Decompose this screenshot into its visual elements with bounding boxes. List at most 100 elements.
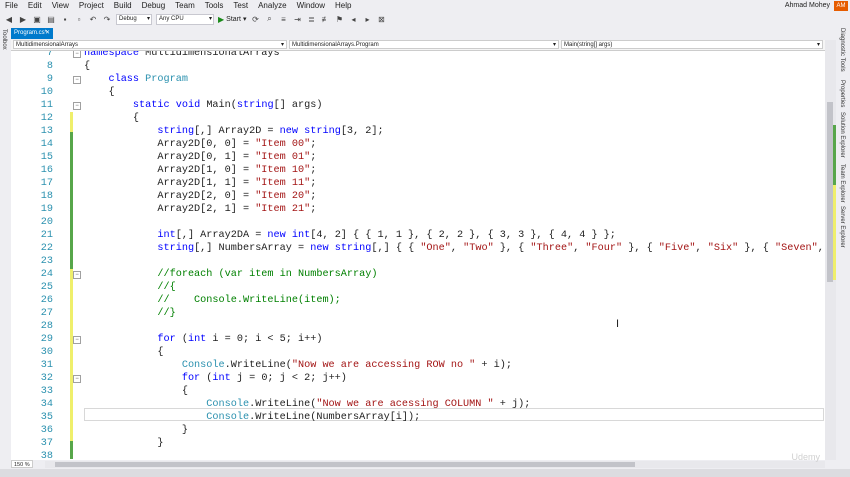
project-dropdown[interactable]: MultidimensionalArrays bbox=[13, 40, 287, 50]
code-line[interactable]: 27 //} bbox=[11, 307, 825, 320]
code-line[interactable]: 28 bbox=[11, 320, 825, 333]
code-line[interactable]: 15 Array2D[0, 1] = "Item 01"; bbox=[11, 151, 825, 164]
tab-program-cs[interactable]: Program.cs* ✕ bbox=[11, 28, 53, 39]
new-project-icon[interactable]: ▣ bbox=[32, 15, 42, 24]
clear-bookmarks-icon[interactable]: ⊠ bbox=[376, 15, 386, 24]
line-number: 21 bbox=[40, 230, 53, 241]
diagnostic-tools-tab[interactable]: Diagnostic Tools bbox=[839, 28, 845, 72]
code-line[interactable]: 14 Array2D[0, 0] = "Item 00"; bbox=[11, 138, 825, 151]
line-number: 29 bbox=[40, 334, 53, 345]
collapse-icon[interactable]: − bbox=[73, 102, 81, 110]
menu-window[interactable]: Window bbox=[292, 0, 330, 12]
menu-edit[interactable]: Edit bbox=[23, 0, 47, 12]
menu-build[interactable]: Build bbox=[109, 0, 137, 12]
comment-icon[interactable]: ≣ bbox=[306, 15, 316, 24]
code-text: Array2D[1, 0] = "Item 10"; bbox=[84, 165, 317, 176]
code-line[interactable]: 13 string[,] Array2D = new string[3, 2]; bbox=[11, 125, 825, 138]
find-icon[interactable]: ⌕ bbox=[264, 14, 274, 24]
collapse-icon[interactable]: − bbox=[73, 336, 81, 344]
code-line[interactable]: 32 − for (int j = 0; j < 2; j++) bbox=[11, 372, 825, 385]
code-line[interactable]: 11 − static void Main(string[] args) bbox=[11, 99, 825, 112]
code-line[interactable]: 33 { bbox=[11, 385, 825, 398]
code-line[interactable]: 22 string[,] NumbersArray = new string[,… bbox=[11, 242, 825, 255]
solution-explorer-tab[interactable]: Solution Explorer bbox=[839, 112, 845, 158]
code-line[interactable]: 19 Array2D[2, 1] = "Item 21"; bbox=[11, 203, 825, 216]
code-line[interactable]: 10 { bbox=[11, 86, 825, 99]
forward-icon[interactable]: ▶ bbox=[18, 15, 28, 24]
menu-file[interactable]: File bbox=[0, 0, 23, 12]
prev-bookmark-icon[interactable]: ◂ bbox=[348, 15, 358, 24]
code-area[interactable]: 7− namespace MultidimensionalArrays 8{9− c… bbox=[11, 51, 825, 460]
browser-link-icon[interactable]: ⟳ bbox=[250, 15, 260, 24]
code-line[interactable]: 36 } bbox=[11, 424, 825, 437]
bookmark-icon[interactable]: ⚑ bbox=[334, 15, 344, 24]
save-icon[interactable]: ▪ bbox=[60, 15, 70, 24]
redo-icon[interactable]: ↷ bbox=[102, 15, 112, 24]
collapse-icon[interactable]: − bbox=[73, 271, 81, 279]
code-line[interactable]: 16 Array2D[1, 0] = "Item 10"; bbox=[11, 164, 825, 177]
code-line[interactable]: 37 } bbox=[11, 437, 825, 450]
close-icon[interactable]: ✕ bbox=[45, 28, 50, 39]
properties-tab[interactable]: Properties bbox=[839, 80, 845, 107]
code-line[interactable]: 20 bbox=[11, 216, 825, 229]
horizontal-scrollbar[interactable] bbox=[45, 461, 825, 468]
open-icon[interactable]: ▤ bbox=[46, 15, 56, 24]
code-line[interactable]: 25 //{ bbox=[11, 281, 825, 294]
indent-icon[interactable]: ⇥ bbox=[292, 15, 302, 24]
avatar[interactable]: AM bbox=[834, 1, 848, 11]
configuration-select[interactable]: Debug bbox=[116, 13, 152, 25]
platform-select[interactable]: Any CPU bbox=[156, 13, 214, 25]
menu-team[interactable]: Team bbox=[170, 0, 200, 12]
menu-analyze[interactable]: Analyze bbox=[253, 0, 291, 12]
class-dropdown[interactable]: MultidimensionalArrays.Program bbox=[289, 40, 559, 50]
line-number: 23 bbox=[40, 256, 53, 267]
code-line[interactable]: 29 − for (int i = 0; i < 5; i++) bbox=[11, 333, 825, 346]
save-all-icon[interactable]: ▫ bbox=[74, 15, 84, 24]
line-number: 35 bbox=[40, 412, 53, 423]
toolbox-tab[interactable]: Toolbox bbox=[1, 29, 7, 50]
code-line[interactable]: 30 { bbox=[11, 346, 825, 359]
code-line[interactable]: 38 bbox=[11, 450, 825, 460]
code-line[interactable]: 21 int[,] Array2DA = new int[4, 2] { { 1… bbox=[11, 229, 825, 242]
server-explorer-tab[interactable]: Server Explorer bbox=[839, 206, 845, 248]
code-line[interactable]: 34 Console.WriteLine("Now we are acessin… bbox=[11, 398, 825, 411]
menu-tools[interactable]: Tools bbox=[200, 0, 229, 12]
next-bookmark-icon[interactable]: ▸ bbox=[362, 15, 372, 24]
code-line[interactable]: 7 − namespace MultidimensionalArrays bbox=[11, 51, 825, 60]
menu-project[interactable]: Project bbox=[74, 0, 109, 12]
code-line[interactable]: 17 Array2D[1, 1] = "Item 11"; bbox=[11, 177, 825, 190]
menu-help[interactable]: Help bbox=[330, 0, 356, 12]
collapse-icon[interactable]: − bbox=[73, 76, 81, 84]
code-line[interactable]: 23 bbox=[11, 255, 825, 268]
user-name[interactable]: Ahmad Mohey bbox=[785, 0, 830, 12]
code-line[interactable]: 31 Console.WriteLine("Now we are accessi… bbox=[11, 359, 825, 372]
code-line[interactable]: 26 // Console.WriteLine(item); bbox=[11, 294, 825, 307]
menu-test[interactable]: Test bbox=[228, 0, 253, 12]
vertical-scrollbar[interactable] bbox=[825, 40, 836, 460]
format-icon[interactable]: ≡ bbox=[278, 15, 288, 24]
undo-icon[interactable]: ↶ bbox=[88, 15, 98, 24]
code-text: string[,] Array2D = new string[3, 2]; bbox=[157, 126, 384, 137]
collapse-icon[interactable]: − bbox=[73, 375, 81, 383]
team-explorer-tab[interactable]: Team Explorer bbox=[839, 164, 845, 203]
code-editor[interactable]: 7− namespace MultidimensionalArrays 8{9− c… bbox=[11, 51, 825, 460]
code-line[interactable]: 8{ bbox=[11, 60, 825, 73]
menu-view[interactable]: View bbox=[47, 0, 74, 12]
line-number: 25 bbox=[40, 282, 53, 293]
menu-debug[interactable]: Debug bbox=[137, 0, 171, 12]
code-line[interactable]: 12 { bbox=[11, 112, 825, 125]
collapse-icon[interactable]: − bbox=[73, 51, 81, 58]
uncomment-icon[interactable]: ≢ bbox=[320, 15, 330, 24]
code-line[interactable]: 18 Array2D[2, 0] = "Item 20"; bbox=[11, 190, 825, 203]
member-dropdown[interactable]: Main(string[] args) bbox=[561, 40, 823, 50]
right-tool-strip: Diagnostic Tools Properties Solution Exp… bbox=[836, 26, 850, 477]
zoom-select[interactable]: 150 % bbox=[11, 460, 33, 468]
code-line[interactable]: 24 − //foreach (var item in NumbersArray) bbox=[11, 268, 825, 281]
tab-label: Program.cs* bbox=[14, 30, 48, 36]
code-line[interactable]: 35 Console.WriteLine(NumbersArray[i]); bbox=[11, 411, 825, 424]
code-line[interactable]: 9 − class Program bbox=[11, 73, 825, 86]
back-icon[interactable]: ◀ bbox=[4, 15, 14, 24]
code-text: { bbox=[84, 347, 164, 358]
start-button[interactable]: ▶ Start ▾ bbox=[218, 15, 246, 24]
horizontal-scroll-thumb[interactable] bbox=[55, 462, 635, 467]
